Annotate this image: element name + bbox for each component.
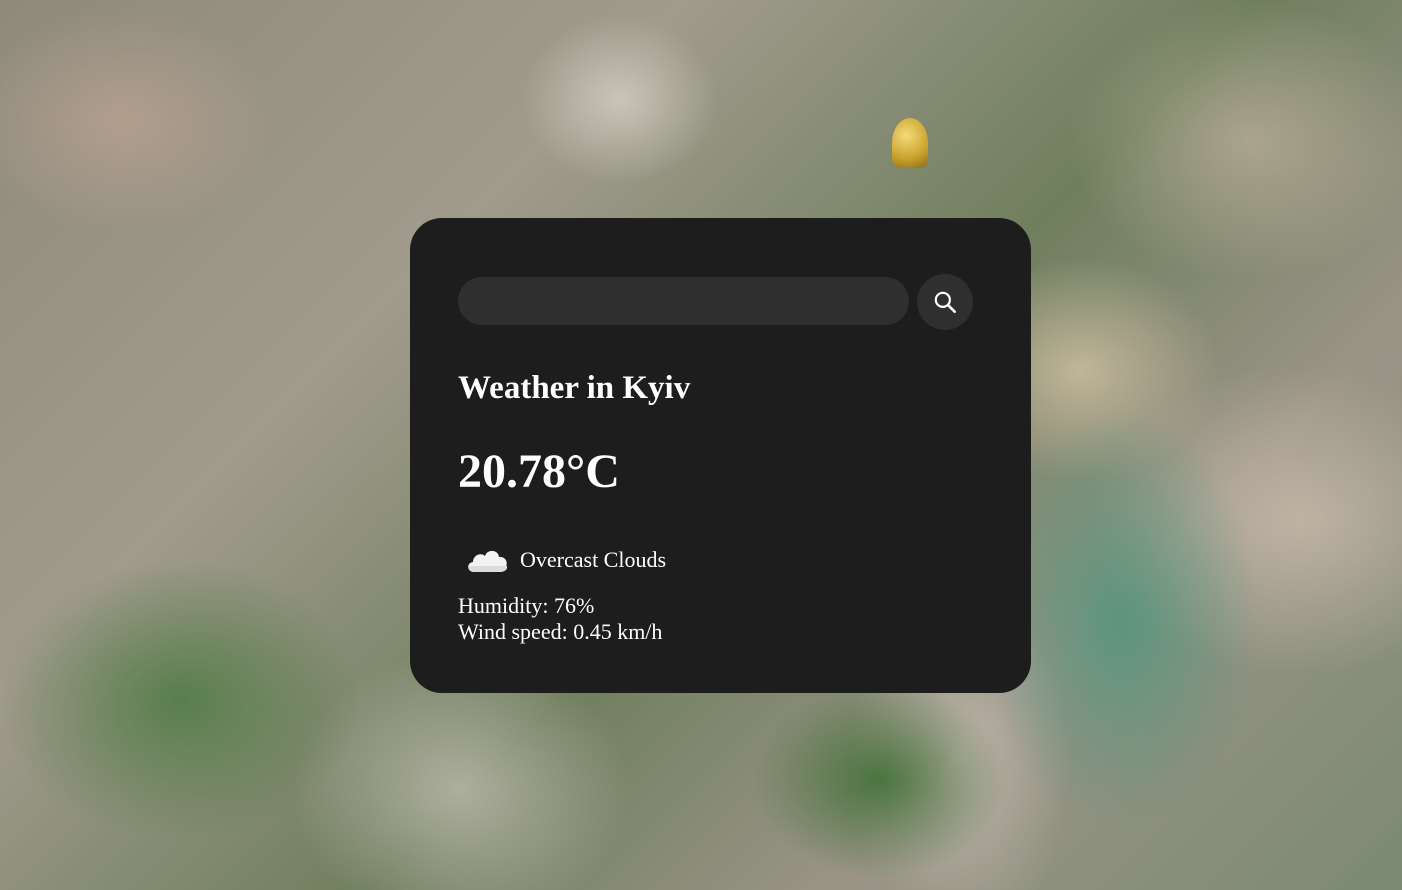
city-search-input[interactable] — [458, 277, 909, 325]
weather-card: Weather in Kyiv 20.78°C Overcast Clouds … — [410, 218, 1031, 693]
condition-row: Overcast Clouds — [464, 542, 666, 578]
search-icon — [932, 289, 958, 315]
humidity-text: Humidity: 76% — [458, 593, 595, 618]
wind-speed-text: Wind speed: 0.45 km/h — [458, 619, 663, 644]
city-title: Weather in Kyiv — [458, 370, 691, 406]
temperature-value: 20.78°C — [458, 445, 620, 498]
cloud-icon — [464, 542, 512, 578]
condition-description: Overcast Clouds — [520, 547, 667, 572]
search-button[interactable] — [917, 274, 973, 330]
golden-dome — [892, 118, 928, 168]
